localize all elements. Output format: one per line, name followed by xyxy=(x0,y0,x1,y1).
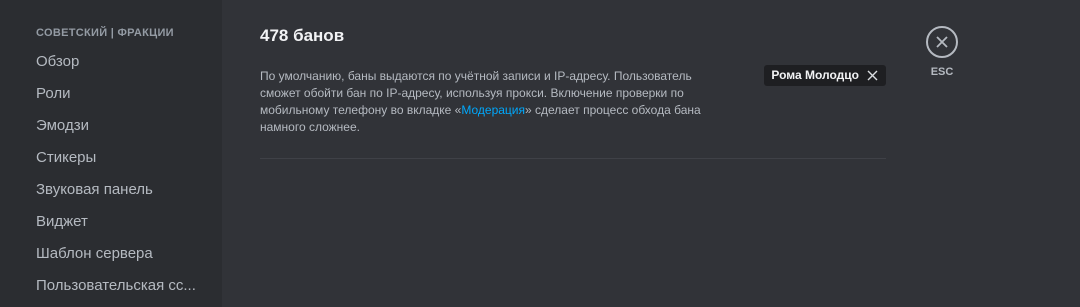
app-root: СОВЕТСКИЙ | ФРАКЦИИ Обзор Роли Эмодзи Ст… xyxy=(0,0,1080,307)
close-icon xyxy=(936,36,948,48)
bans-content: 478 банов По умолчанию, баны выдаются по… xyxy=(260,24,886,159)
esc-label: ESC xyxy=(930,66,954,78)
sidebar-item-widget[interactable]: Виджет xyxy=(28,206,216,238)
close-icon[interactable] xyxy=(867,70,878,81)
sidebar-item-overview[interactable]: Обзор xyxy=(28,46,216,78)
bans-description: По умолчанию, баны выдаются по учётной з… xyxy=(260,68,730,136)
page-title: 478 банов xyxy=(260,26,345,45)
settings-sidebar: СОВЕТСКИЙ | ФРАКЦИИ Обзор Роли Эмодзи Ст… xyxy=(0,0,222,307)
user-chip-label: Рома Молодцо xyxy=(771,68,859,82)
bans-panel: 478 банов По умолчанию, баны выдаются по… xyxy=(222,0,1080,307)
close-settings: ESC xyxy=(924,26,960,78)
description-row: По умолчанию, баны выдаются по учётной з… xyxy=(260,65,886,136)
close-button[interactable] xyxy=(926,26,958,58)
sidebar-item-custom-link[interactable]: Пользовательская сс... xyxy=(28,270,216,302)
sidebar-header: СОВЕТСКИЙ | ФРАКЦИИ xyxy=(36,27,174,39)
user-filter-chip[interactable]: Рома Молодцо xyxy=(764,65,886,86)
divider xyxy=(260,158,886,159)
sidebar-item-server-template[interactable]: Шаблон сервера xyxy=(28,238,216,270)
sidebar-item-emoji[interactable]: Эмодзи xyxy=(28,110,216,142)
sidebar-item-soundboard[interactable]: Звуковая панель xyxy=(28,174,216,206)
sidebar-item-roles[interactable]: Роли xyxy=(28,78,216,110)
sidebar-item-stickers[interactable]: Стикеры xyxy=(28,142,216,174)
moderation-link[interactable]: Модерация xyxy=(461,103,525,117)
